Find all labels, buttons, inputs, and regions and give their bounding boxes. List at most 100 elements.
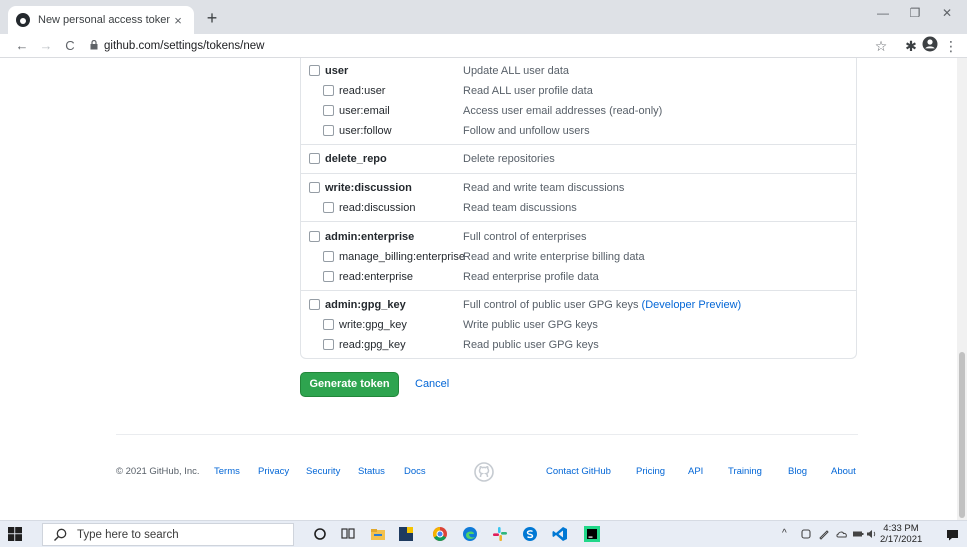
taskbar-clock[interactable]: 4:33 PM 2/17/2021 [880, 523, 922, 545]
tab-close-icon[interactable]: × [170, 13, 186, 28]
scope-row: delete_repo Delete repositories [301, 150, 856, 168]
scope-row: user:follow Follow and unfollow users [301, 122, 856, 140]
edge-icon[interactable] [462, 526, 478, 542]
scope-row: admin:enterprise Full control of enterpr… [301, 228, 856, 246]
slack-icon[interactable] [492, 526, 508, 542]
chrome-icon[interactable] [432, 526, 448, 542]
scope-checkbox[interactable] [309, 299, 320, 310]
task-view-icon[interactable] [340, 526, 356, 542]
scope-checkbox[interactable] [323, 339, 334, 350]
profile-avatar-icon[interactable] [922, 36, 938, 56]
footer-link-about[interactable]: About [831, 466, 856, 478]
scope-description: Update ALL user data [463, 65, 570, 77]
scope-name: read:enterprise [339, 271, 413, 283]
minimize-button[interactable]: — [868, 6, 898, 20]
file-explorer-icon[interactable] [370, 526, 386, 542]
scope-name: read:user [339, 85, 386, 97]
github-logo-icon[interactable] [474, 462, 494, 482]
tray-onedrive-icon[interactable] [836, 528, 848, 544]
scope-description: Read and write team discussions [463, 182, 625, 194]
scope-description-text: Full control of public user GPG keys [463, 299, 639, 311]
scope-checkbox[interactable] [309, 231, 320, 242]
scope-description: Read enterprise profile data [463, 271, 599, 283]
scope-row: read:discussion Read team discussions [301, 199, 856, 217]
github-favicon-icon [16, 13, 30, 27]
scope-group-user: user Update ALL user data read:user Read… [301, 58, 856, 145]
windows-start-icon[interactable] [8, 527, 22, 541]
tray-overflow-icon[interactable]: ^ [782, 528, 787, 540]
scope-name: write:discussion [325, 182, 412, 194]
scope-name: user:follow [339, 125, 392, 137]
footer-link-blog[interactable]: Blog [788, 466, 807, 478]
footer-link-pricing[interactable]: Pricing [636, 466, 665, 478]
new-tab-button[interactable]: + [202, 8, 222, 28]
address-bar[interactable]: github.com/settings/tokens/new [104, 38, 264, 54]
taskbar-search-box[interactable]: Type here to search [42, 523, 294, 546]
scope-checkbox[interactable] [323, 271, 334, 282]
generate-token-button[interactable]: Generate token [300, 372, 399, 397]
scope-checkbox[interactable] [309, 153, 320, 164]
scope-description: Read ALL user profile data [463, 85, 593, 97]
developer-preview-link[interactable]: (Developer Preview) [642, 299, 742, 311]
footer-link-api[interactable]: API [688, 466, 703, 478]
skype-icon[interactable] [522, 526, 538, 542]
scope-row: read:gpg_key Read public user GPG keys [301, 336, 856, 354]
back-button[interactable]: ← [14, 37, 30, 55]
tray-volume-icon[interactable] [866, 528, 878, 544]
cancel-link[interactable]: Cancel [415, 378, 449, 390]
scope-description: Full control of public user GPG keys (De… [463, 296, 741, 314]
scope-checkbox[interactable] [309, 65, 320, 76]
scope-row: write:discussion Read and write team dis… [301, 179, 856, 197]
browser-tab-strip: New personal access token × + — ❐ ✕ [0, 0, 967, 34]
scope-group-delete-repo: delete_repo Delete repositories [301, 145, 856, 174]
scope-checkbox[interactable] [323, 319, 334, 330]
scope-row: write:gpg_key Write public user GPG keys [301, 316, 856, 334]
scope-checkbox[interactable] [323, 251, 334, 262]
notification-center-icon[interactable] [946, 528, 959, 541]
cortana-icon[interactable] [312, 526, 328, 542]
browser-menu-icon[interactable]: ⋮ [943, 37, 959, 55]
footer-link-terms[interactable]: Terms [214, 466, 240, 478]
footer-link-contact-github[interactable]: Contact GitHub [546, 466, 611, 478]
scope-row: read:enterprise Read enterprise profile … [301, 268, 856, 286]
scope-checkbox[interactable] [309, 182, 320, 193]
tray-pen-icon[interactable] [818, 528, 830, 544]
scope-name: delete_repo [325, 153, 387, 165]
taskbar-search-placeholder: Type here to search [77, 529, 179, 541]
tray-meet-icon[interactable] [800, 528, 812, 544]
footer-link-status[interactable]: Status [358, 466, 385, 478]
scope-row: manage_billing:enterprise Read and write… [301, 248, 856, 266]
footer-link-training[interactable]: Training [728, 466, 762, 478]
footer-link-security[interactable]: Security [306, 466, 340, 478]
scope-description: Follow and unfollow users [463, 125, 590, 137]
sticky-app-icon[interactable] [398, 526, 414, 542]
scope-description: Write public user GPG keys [463, 319, 598, 331]
vscode-icon[interactable] [552, 526, 568, 542]
browser-tab[interactable]: New personal access token × [8, 6, 194, 34]
tray-battery-icon[interactable] [852, 528, 864, 544]
page-scrollbar-thumb[interactable] [959, 352, 965, 518]
pycharm-icon[interactable] [584, 526, 600, 542]
scope-row: user Update ALL user data [301, 62, 856, 80]
scope-name: read:gpg_key [339, 339, 406, 351]
forward-button[interactable]: → [38, 37, 54, 55]
scope-row: user:email Access user email addresses (… [301, 102, 856, 120]
footer-link-docs[interactable]: Docs [404, 466, 426, 478]
extensions-icon[interactable]: ✱ [903, 37, 919, 55]
windows-taskbar: Type here to search ^ 4:33 PM 2/17/2021 [0, 520, 967, 547]
bookmark-star-icon[interactable]: ☆ [873, 37, 889, 55]
scope-checkbox[interactable] [323, 125, 334, 136]
footer-link-privacy[interactable]: Privacy [258, 466, 289, 478]
scope-name: user [325, 65, 349, 77]
scope-checkbox[interactable] [323, 85, 334, 96]
scope-row: admin:gpg_key Full control of public use… [301, 296, 856, 314]
close-window-button[interactable]: ✕ [932, 6, 962, 20]
scope-checkbox[interactable] [323, 202, 334, 213]
scope-checkbox[interactable] [323, 105, 334, 116]
scope-group-write-discussion: write:discussion Read and write team dis… [301, 174, 856, 222]
maximize-button[interactable]: ❐ [900, 6, 930, 20]
reload-button[interactable]: C [62, 37, 78, 55]
scopes-table: user Update ALL user data read:user Read… [300, 58, 857, 359]
lock-icon[interactable] [90, 40, 98, 50]
scope-description: Full control of enterprises [463, 231, 587, 243]
